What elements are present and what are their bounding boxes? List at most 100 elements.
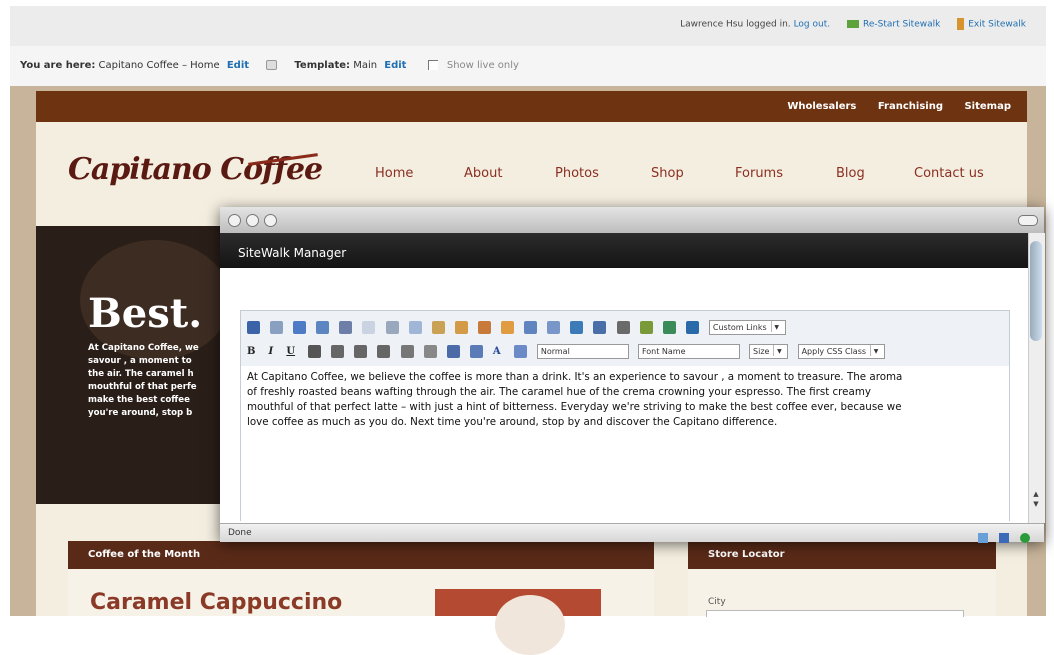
scroll-arrows[interactable]: ▲ ▼ <box>1030 489 1042 509</box>
copy-icon[interactable] <box>408 321 422 334</box>
status-text: Done <box>228 528 252 538</box>
nav-sitemap[interactable]: Sitemap <box>964 101 1011 112</box>
window-header: SiteWalk Manager <box>220 233 1028 268</box>
nav-franchising[interactable]: Franchising <box>878 101 943 112</box>
editor-line: At Capitano Coffee, we believe the coffe… <box>247 371 903 383</box>
page-name: Capitano Coffee – Home <box>98 60 220 71</box>
spellcheck-icon[interactable] <box>293 321 307 334</box>
close-window-button[interactable] <box>228 214 241 227</box>
nav-about[interactable]: About <box>464 166 502 181</box>
nav-photos[interactable]: Photos <box>555 166 599 181</box>
minimize-window-button[interactable] <box>246 214 259 227</box>
edit-template-link[interactable]: Edit <box>384 60 406 71</box>
font-name-select[interactable]: Font Name <box>637 344 740 359</box>
new-page-icon[interactable] <box>270 321 284 334</box>
hero-title: Best. <box>88 290 203 337</box>
cut-icon[interactable] <box>385 321 399 334</box>
format-painter-icon[interactable] <box>639 321 653 334</box>
sitewalk-manager-window: SiteWalk Manager ▲ ▼ Custom Links ▼ B I … <box>220 207 1045 543</box>
font-color-button[interactable]: A <box>493 346 501 357</box>
coffee-photo <box>435 589 601 655</box>
editor-line: mouthful of that perfect latte – with ju… <box>247 401 902 413</box>
nav-contact-us[interactable]: Contact us <box>914 166 984 181</box>
editor-content[interactable]: At Capitano Coffee, we believe the coffe… <box>247 370 1005 430</box>
editor-toolbar: Custom Links ▼ B I U A Normal Font Name S… <box>240 310 1010 368</box>
city-label: City <box>708 597 726 607</box>
hyperlink-icon[interactable] <box>662 321 676 334</box>
logout-link[interactable]: Log out. <box>794 20 831 30</box>
toolbar-row-1: Custom Links ▼ <box>247 317 790 335</box>
outdent-icon[interactable] <box>423 345 437 358</box>
toolbar-toggle-button[interactable] <box>1018 215 1038 226</box>
restart-icon <box>846 20 859 28</box>
admin-bar: Lawrence Hsu logged in. Log out. Re-Star… <box>10 6 1046 47</box>
nav-shop[interactable]: Shop <box>651 166 684 181</box>
info-bar: You are here: Capitano Coffee – Home Edi… <box>10 46 1046 86</box>
highlight-icon[interactable] <box>513 345 527 358</box>
bold-button[interactable]: B <box>247 346 255 357</box>
site-top-nav: Wholesalers Franchising Sitemap <box>36 91 1027 122</box>
coffee-of-month-header: Coffee of the Month <box>68 541 654 569</box>
symbol-icon[interactable] <box>616 321 630 334</box>
unlink-icon[interactable] <box>685 321 699 334</box>
css-class-select[interactable]: Apply CSS Class ▼ <box>797 344 886 359</box>
nav-forums[interactable]: Forums <box>735 166 783 181</box>
html-view-icon[interactable] <box>998 532 1009 543</box>
editor-line: love coffee as much as you do. Next time… <box>247 416 778 428</box>
store-locator-body <box>688 569 996 616</box>
paste-icon[interactable] <box>431 321 445 334</box>
font-size-select[interactable]: Size ▼ <box>749 344 789 359</box>
find-icon[interactable] <box>339 321 353 334</box>
hero-text: At Capitano Coffee, we savour , a moment… <box>88 343 199 418</box>
undo-icon[interactable] <box>524 321 538 334</box>
window-titlebar[interactable] <box>220 207 1044 234</box>
save-icon[interactable] <box>247 321 260 334</box>
align-right-icon[interactable] <box>354 345 368 358</box>
template-name: Main <box>353 60 378 71</box>
restart-sitewalk-link[interactable]: Re-Start Sitewalk <box>863 20 940 30</box>
you-are-here-label: You are here: <box>20 60 96 71</box>
check-icon[interactable] <box>1020 532 1030 543</box>
edit-page-link[interactable]: Edit <box>227 60 249 71</box>
window-title: SiteWalk Manager <box>238 246 347 260</box>
logged-in-text: Lawrence Hsu logged in. <box>680 19 791 30</box>
italic-button[interactable]: I <box>269 346 274 357</box>
replace-icon[interactable] <box>362 321 376 334</box>
nav-blog[interactable]: Blog <box>836 166 865 181</box>
chevron-down-icon: ▼ <box>773 345 784 356</box>
numbered-list-icon[interactable] <box>446 345 460 358</box>
window-status-bar: Done <box>220 523 1044 543</box>
print-icon[interactable] <box>316 321 330 334</box>
redo-icon[interactable] <box>547 321 561 334</box>
exit-sitewalk-link[interactable]: Exit Sitewalk <box>968 20 1026 30</box>
show-live-only-checkbox[interactable] <box>427 60 438 70</box>
rich-text-editor[interactable]: At Capitano Coffee, we believe the coffe… <box>240 366 1010 521</box>
show-live-only-label: Show live only <box>446 60 519 71</box>
align-justify-icon[interactable] <box>377 345 391 358</box>
nav-home[interactable]: Home <box>375 166 413 181</box>
custom-links-select[interactable]: Custom Links ▼ <box>708 320 786 335</box>
paste-html-icon[interactable] <box>501 321 515 334</box>
site-logo[interactable]: Capitano Coffee <box>68 152 323 187</box>
image-icon[interactable] <box>570 321 584 334</box>
scrollbar-thumb[interactable] <box>1030 241 1042 341</box>
paragraph-format-select[interactable]: Normal <box>536 344 629 359</box>
nav-wholesalers[interactable]: Wholesalers <box>787 101 856 112</box>
paste-text-icon[interactable] <box>454 321 468 334</box>
toolbar-row-2: B I U A Normal Font Name Size ▼ Apply CSS… <box>247 341 889 359</box>
indent-icon[interactable] <box>400 345 414 358</box>
underline-button[interactable]: U <box>286 346 295 357</box>
align-left-icon[interactable] <box>308 345 322 358</box>
zoom-window-button[interactable] <box>264 214 277 227</box>
bulleted-list-icon[interactable] <box>469 345 483 358</box>
paste-word-icon[interactable] <box>477 321 491 334</box>
exit-door-icon <box>957 18 965 30</box>
template-label: Template: <box>294 60 351 71</box>
store-locator-header: Store Locator <box>688 541 996 569</box>
align-center-icon[interactable] <box>331 345 345 358</box>
chevron-down-icon: ▼ <box>870 345 881 356</box>
table-icon[interactable] <box>593 321 607 334</box>
coffee-of-month-title: Caramel Cappuccino <box>90 590 343 615</box>
design-view-icon[interactable] <box>977 532 988 543</box>
lock-icon[interactable] <box>266 60 278 70</box>
